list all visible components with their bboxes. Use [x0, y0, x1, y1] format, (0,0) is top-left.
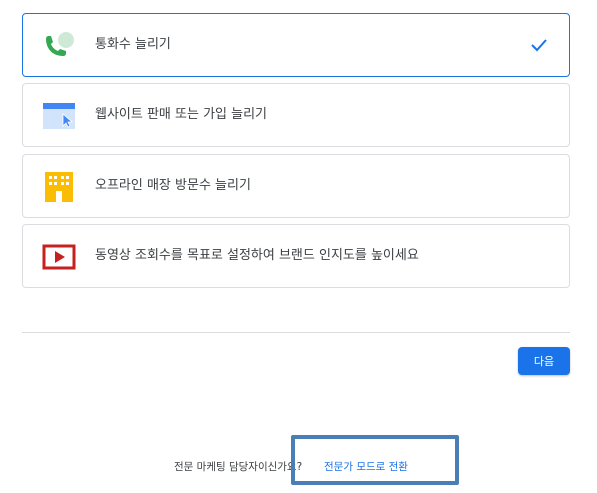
- website-cursor-icon: [41, 98, 77, 134]
- video-play-icon: [41, 239, 77, 275]
- phone-call-icon: [41, 28, 77, 64]
- divider: [22, 332, 570, 333]
- goal-option-video-views[interactable]: 동영상 조회수를 목표로 설정하여 브랜드 인지도를 높이세요: [22, 224, 570, 288]
- goal-option-store-visits[interactable]: 오프라인 매장 방문수 늘리기: [22, 154, 570, 218]
- storefront-icon: [41, 169, 77, 205]
- switch-to-expert-mode-link[interactable]: 전문가 모드로 전환: [324, 459, 408, 474]
- expert-question-text: 전문 마케팅 담당자이신가요?: [174, 461, 303, 473]
- goal-option-calls[interactable]: 통화수 늘리기: [22, 13, 570, 77]
- goal-option-website[interactable]: 웹사이트 판매 또는 가입 늘리기: [22, 83, 570, 147]
- goal-label: 오프라인 매장 방문수 늘리기: [95, 178, 251, 193]
- goal-label: 동영상 조회수를 목표로 설정하여 브랜드 인지도를 높이세요: [95, 248, 419, 263]
- checkmark-icon: [529, 35, 549, 55]
- goal-label: 웹사이트 판매 또는 가입 늘리기: [95, 107, 268, 122]
- goal-label: 통화수 늘리기: [95, 37, 171, 52]
- next-button[interactable]: 다음: [518, 347, 570, 375]
